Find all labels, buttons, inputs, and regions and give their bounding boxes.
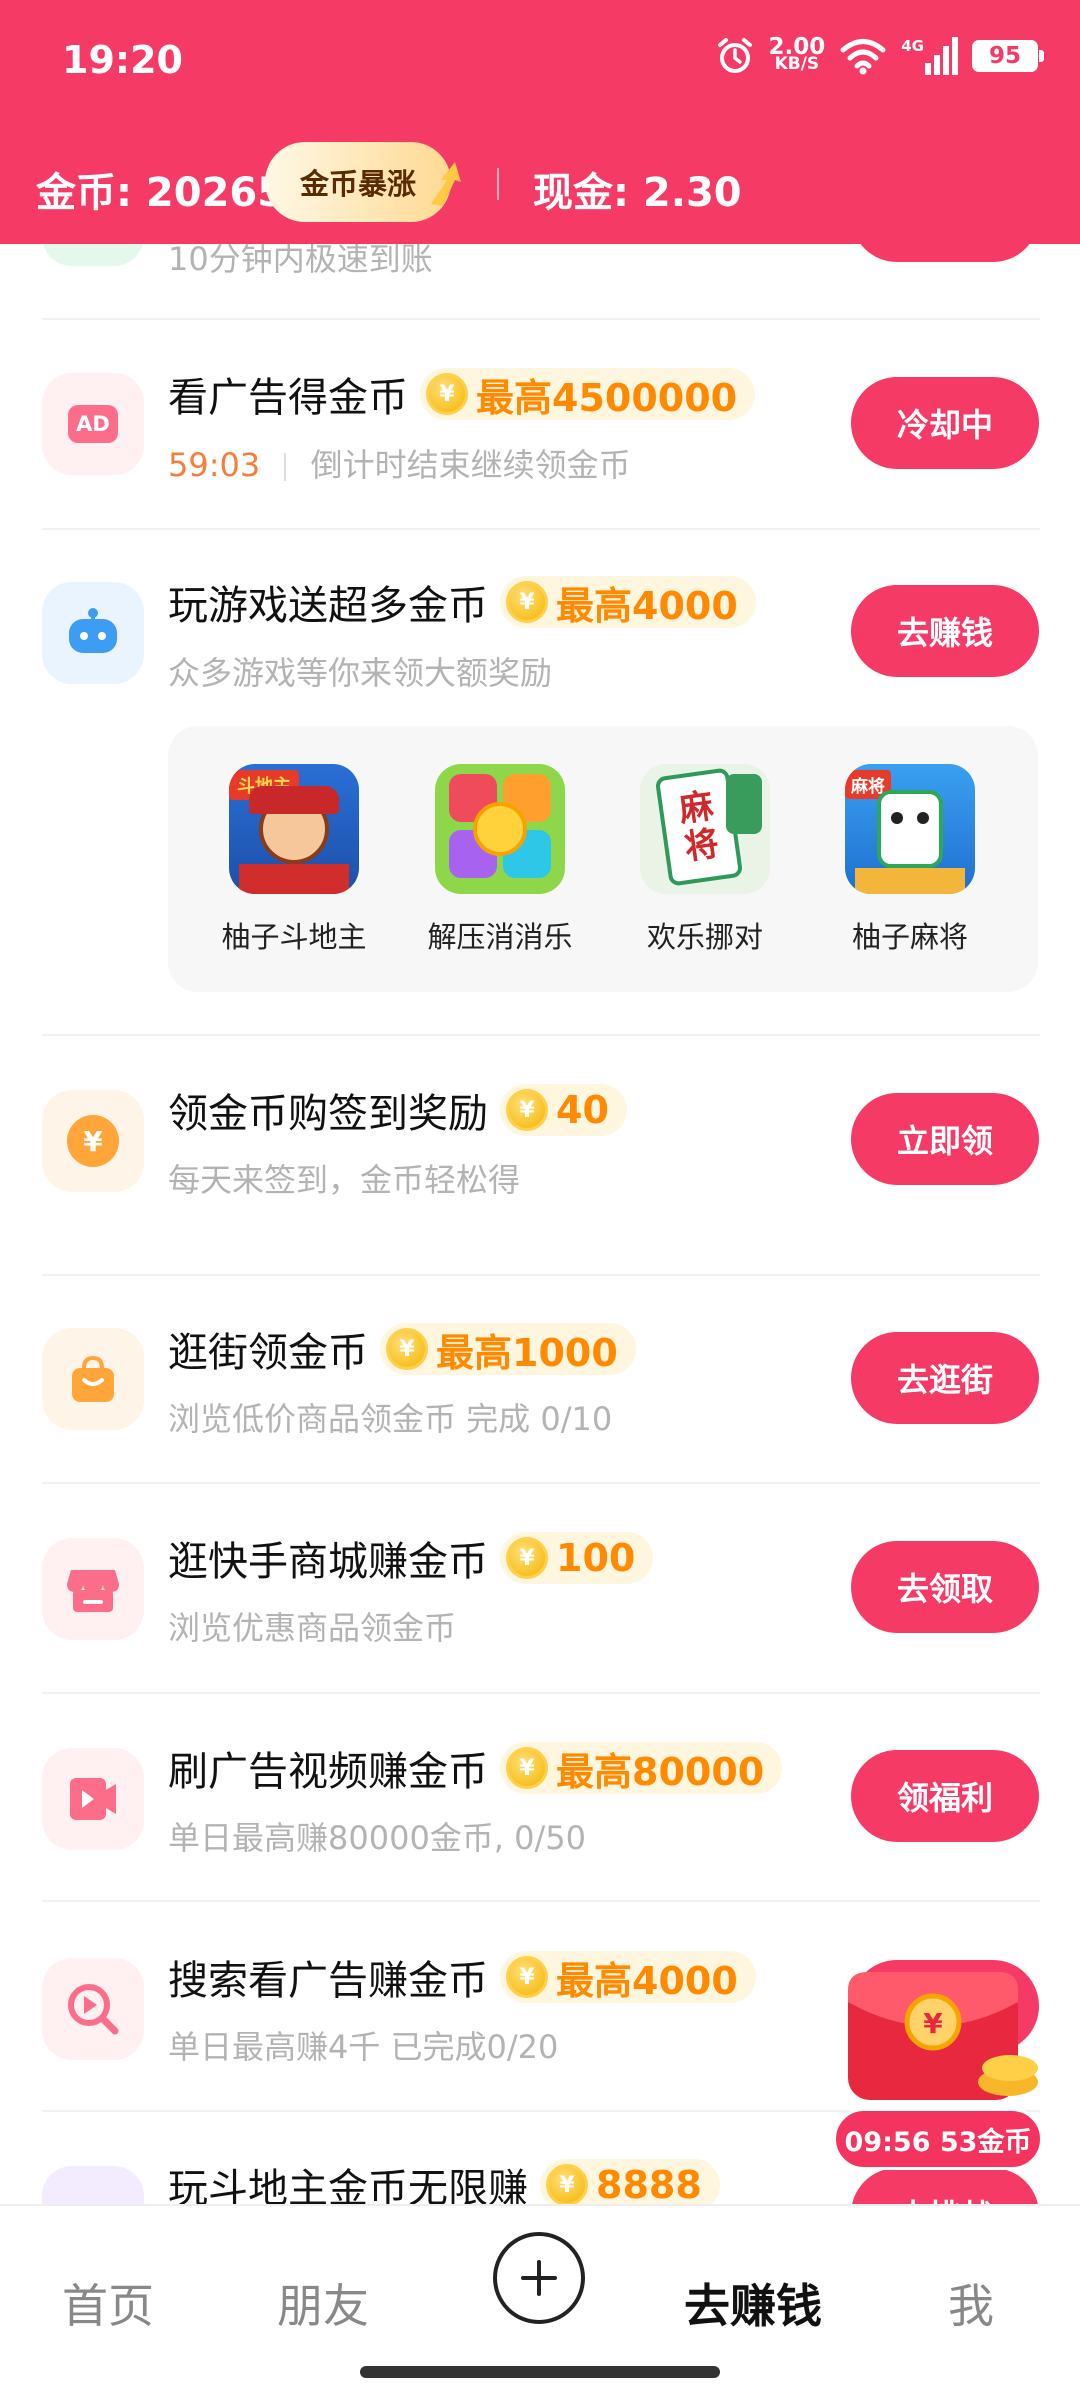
create-plus-button[interactable]	[493, 2232, 585, 2324]
task-title: 看广告得金币	[168, 375, 408, 421]
cash-balance[interactable]: 现金: 2.30	[533, 160, 742, 218]
coin-icon: ¥	[506, 1537, 548, 1579]
home-indicator[interactable]	[360, 2366, 720, 2378]
go-shopping-button[interactable]: 去逛街	[851, 1332, 1039, 1424]
claim-now-button[interactable]: 立即领	[851, 1093, 1039, 1185]
nav-me[interactable]: 我	[948, 2270, 994, 2336]
reward-pill: ¥ 最高4000	[500, 1951, 756, 2003]
svg-text:¥: ¥	[923, 2007, 943, 2040]
cooldown-button[interactable]: 冷却中	[851, 377, 1039, 469]
status-time: 19:20	[62, 38, 183, 82]
task-subtitle: 单日最高赚80000金币, 0/50	[168, 1819, 587, 1857]
reward-pill: ¥ 最高1000	[380, 1323, 636, 1375]
game-label: 欢乐挪对	[646, 920, 763, 954]
shopping-bag-icon	[42, 1328, 144, 1430]
reward-pill: ¥100	[500, 1532, 654, 1584]
task-title: 逛街领金币	[168, 1330, 368, 1376]
nav-earn[interactable]: 去赚钱	[684, 2270, 822, 2336]
game-item[interactable]: 斗地主 柚子斗地主	[219, 764, 369, 956]
row-divider	[42, 318, 1040, 320]
yuzi-mahjong-game-icon: 麻将	[845, 764, 975, 894]
status-icons: 2.00 KB/S 4G 95	[715, 34, 1044, 76]
reward-pill: ¥ 最高80000	[500, 1742, 783, 1794]
task-title: 玩游戏送超多金币	[168, 583, 488, 629]
signal-icon	[925, 37, 958, 75]
status-bar: 19:20 2.00 KB/S 4G 95	[0, 0, 1080, 120]
reward-pill: ¥ 最高4000	[500, 576, 756, 628]
coin-icon: ¥	[506, 1747, 548, 1789]
coin-icon: ¥	[506, 581, 548, 623]
coin-icon: ¥	[386, 1328, 428, 1370]
game-controller-icon	[42, 582, 144, 684]
task-subtitle: 浏览优惠商品领金币	[168, 1609, 457, 1647]
ad-icon: AD	[42, 373, 144, 475]
header-divider	[497, 168, 499, 200]
task-title: 搜索看广告赚金币	[168, 1958, 488, 2004]
task-subtitle: 每天来签到，金币轻松得	[168, 1161, 521, 1199]
task-title: 刷广告视频赚金币	[168, 1749, 488, 1795]
task-title: 逛快手商城赚金币	[168, 1539, 488, 1585]
task-subtitle: 浏览低价商品领金币 完成 0/10	[168, 1400, 613, 1438]
row-divider	[42, 528, 1040, 530]
game-label: 柚子麻将	[851, 920, 968, 954]
reward-pill: ¥ 最高4500000	[420, 368, 756, 420]
row-divider	[42, 1034, 1040, 1036]
game-label: 解压消消乐	[427, 920, 573, 954]
store-icon	[42, 1538, 144, 1640]
coin-icon: ¥	[506, 1956, 548, 1998]
red-envelope-timer[interactable]: 09:56 53金币	[833, 2108, 1043, 2170]
search-play-icon	[42, 1958, 144, 2060]
earn-page: 19:20 2.00 KB/S 4G 95 金币: 20265 金币暴涨 现金:…	[0, 0, 1080, 2400]
mahjong-pair-game-icon: 麻将	[640, 764, 770, 894]
wifi-icon	[840, 39, 886, 75]
game-item[interactable]: 麻将 欢乐挪对	[630, 764, 780, 956]
games-panel: 斗地主 柚子斗地主 解压消消乐 麻将 欢乐挪对	[168, 726, 1038, 992]
video-play-icon	[42, 1748, 144, 1850]
header: 19:20 2.00 KB/S 4G 95 金币: 20265 金币暴涨 现金:…	[0, 0, 1080, 244]
network-speed: 2.00 KB/S	[768, 34, 826, 74]
countdown-timer: 59:03	[168, 446, 261, 484]
coin-icon: ¥	[546, 2164, 588, 2206]
red-envelope-icon: ¥	[848, 1972, 1038, 2100]
task-subtitle: 倒计时结束继续领金币	[310, 446, 631, 484]
row-divider	[42, 1482, 1040, 1484]
reward-pill: ¥40	[500, 1084, 627, 1136]
arrow-up-icon	[431, 162, 461, 206]
task-subtitle: 众多游戏等你来领大额奖励	[168, 654, 553, 692]
yuan-icon: ¥	[42, 1090, 144, 1192]
game-label: 柚子斗地主	[221, 920, 367, 954]
battery-indicator: 95	[972, 40, 1044, 72]
network-type: 4G	[901, 37, 924, 55]
nav-friends[interactable]: 朋友	[277, 2270, 369, 2336]
coin-icon: ¥	[506, 1089, 548, 1131]
task-subtitle: 单日最高赚4千 已完成0/20	[168, 2028, 559, 2066]
row-divider	[42, 1692, 1040, 1694]
plus-icon	[521, 2260, 557, 2296]
coin-boom-button[interactable]: 金币暴涨	[265, 142, 451, 222]
earn-money-button[interactable]: 去赚钱	[851, 585, 1039, 677]
game-item[interactable]: 麻将 柚子麻将	[835, 764, 985, 956]
game-item[interactable]: 解压消消乐	[425, 764, 575, 956]
task-title: 领金币购签到奖励	[168, 1091, 488, 1137]
row-divider	[42, 1274, 1040, 1276]
coin-icon: ¥	[426, 373, 468, 415]
row-divider	[42, 1900, 1040, 1902]
doudizhu-game-icon: 斗地主	[229, 764, 359, 894]
go-claim-button[interactable]: 去领取	[851, 1541, 1039, 1633]
get-benefits-button[interactable]: 领福利	[851, 1750, 1039, 1842]
match3-game-icon	[435, 764, 565, 894]
coin-balance[interactable]: 金币: 20265	[36, 160, 285, 218]
alarm-icon	[717, 38, 752, 73]
nav-home[interactable]: 首页	[62, 2270, 154, 2336]
